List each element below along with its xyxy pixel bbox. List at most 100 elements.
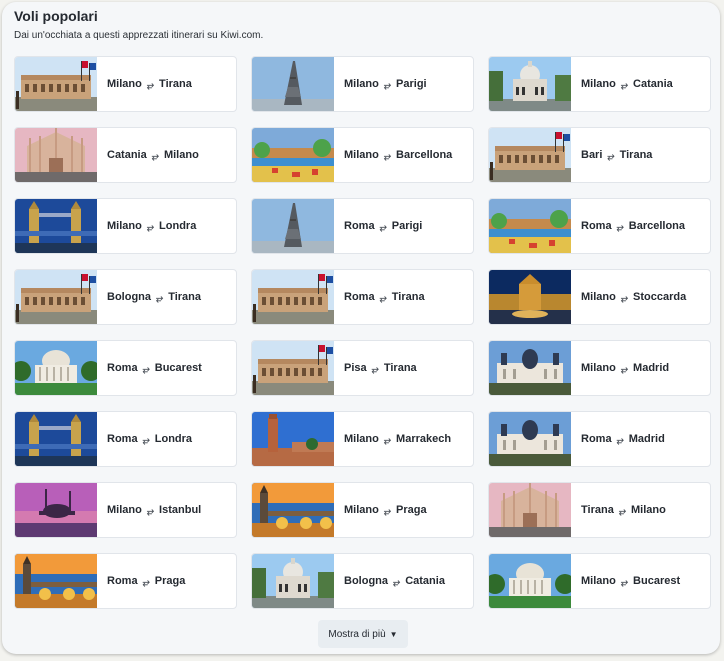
route-label: Milano ⥂ Marrakech <box>344 433 451 445</box>
route-label: Roma ⥂ Parigi <box>344 220 422 232</box>
route-origin: Pisa <box>344 362 367 374</box>
route-card[interactable]: Roma ⥂ Praga <box>14 553 237 609</box>
route-image <box>489 128 571 182</box>
route-card[interactable]: Roma ⥂ Londra <box>14 411 237 467</box>
round-trip-arrows-icon: ⥂ <box>142 434 150 445</box>
route-origin: Milano <box>581 575 616 587</box>
route-image <box>252 554 334 608</box>
route-destination: Tirana <box>383 362 417 374</box>
route-origin: Milano <box>581 362 616 374</box>
route-origin: Milano <box>344 78 379 90</box>
route-image <box>15 57 97 111</box>
route-image <box>15 341 97 395</box>
route-label: Milano ⥂ Barcellona <box>344 149 452 161</box>
route-image <box>489 554 571 608</box>
route-card[interactable]: Roma ⥂ Madrid <box>488 411 711 467</box>
round-trip-arrows-icon: ⥂ <box>146 505 155 516</box>
route-card[interactable]: Roma ⥂ Bucarest <box>14 340 237 396</box>
route-image <box>15 199 97 253</box>
route-image <box>252 199 334 253</box>
round-trip-arrows-icon: ⥂ <box>142 576 150 587</box>
route-origin: Milano <box>581 78 616 90</box>
route-label: Milano ⥂ Stoccarda <box>581 291 686 303</box>
route-destination: Madrid <box>628 433 665 445</box>
round-trip-arrows-icon: ⥂ <box>379 221 387 232</box>
round-trip-arrows-icon: ⥂ <box>156 292 164 303</box>
route-origin: Roma <box>107 362 138 374</box>
route-image <box>15 270 97 324</box>
round-trip-arrows-icon: ⥂ <box>607 150 615 161</box>
route-destination: Parigi <box>391 220 423 232</box>
round-trip-arrows-icon: ⥂ <box>383 150 392 161</box>
route-destination: Tirana <box>391 291 425 303</box>
route-label: Milano ⥂ Bucarest <box>581 575 680 587</box>
route-card[interactable]: Bologna ⥂ Tirana <box>14 269 237 325</box>
route-destination: Londra <box>154 433 193 445</box>
route-label: Roma ⥂ Bucarest <box>107 362 202 374</box>
route-origin: Roma <box>107 575 138 587</box>
route-card[interactable]: Milano ⥂ Londra <box>14 198 237 254</box>
route-label: Roma ⥂ Praga <box>107 575 185 587</box>
route-image <box>15 554 97 608</box>
show-more-label: Mostra di più <box>328 628 386 640</box>
route-card[interactable]: Milano ⥂ Catania <box>488 56 711 112</box>
route-label: Roma ⥂ Barcellona <box>581 220 685 232</box>
route-destination: Parigi <box>396 78 427 90</box>
route-destination: Barcellona <box>396 149 453 161</box>
route-origin: Roma <box>581 433 612 445</box>
route-card[interactable]: Catania ⥂ Milano <box>14 127 237 183</box>
route-image <box>489 412 571 466</box>
route-card[interactable]: Milano ⥂ Tirana <box>14 56 237 112</box>
route-destination: Marrakech <box>396 433 452 445</box>
route-image <box>15 128 97 182</box>
route-card[interactable]: Roma ⥂ Barcellona <box>488 198 711 254</box>
route-card[interactable]: Milano ⥂ Istanbul <box>14 482 237 538</box>
route-image <box>252 128 334 182</box>
show-more-button[interactable]: Mostra di più ▼ <box>318 620 408 648</box>
route-label: Bologna ⥂ Catania <box>344 575 445 587</box>
round-trip-arrows-icon: ⥂ <box>383 505 392 516</box>
route-image <box>15 483 97 537</box>
round-trip-arrows-icon: ⥂ <box>151 150 159 161</box>
route-card[interactable]: Milano ⥂ Barcellona <box>251 127 474 183</box>
route-destination: Catania <box>633 78 673 90</box>
route-label: Tirana ⥂ Milano <box>581 504 666 516</box>
route-label: Milano ⥂ Praga <box>344 504 427 516</box>
route-card[interactable]: Roma ⥂ Tirana <box>251 269 474 325</box>
route-card[interactable]: Bologna ⥂ Catania <box>251 553 474 609</box>
route-image <box>489 341 571 395</box>
route-card[interactable]: Milano ⥂ Stoccarda <box>488 269 711 325</box>
round-trip-arrows-icon: ⥂ <box>146 221 155 232</box>
route-card[interactable]: Roma ⥂ Parigi <box>251 198 474 254</box>
route-origin: Milano <box>107 78 142 90</box>
route-image <box>252 412 334 466</box>
route-label: Milano ⥂ Istanbul <box>107 504 201 516</box>
chevron-down-icon: ▼ <box>389 629 398 639</box>
route-destination: Praga <box>154 575 186 587</box>
round-trip-arrows-icon: ⥂ <box>371 363 379 374</box>
route-origin: Roma <box>107 433 138 445</box>
route-card[interactable]: Milano ⥂ Parigi <box>251 56 474 112</box>
route-label: Roma ⥂ Tirana <box>344 291 425 303</box>
route-card[interactable]: Milano ⥂ Bucarest <box>488 553 711 609</box>
round-trip-arrows-icon: ⥂ <box>616 221 624 232</box>
route-destination: Barcellona <box>628 220 686 232</box>
round-trip-arrows-icon: ⥂ <box>616 434 624 445</box>
route-card[interactable]: Bari ⥂ Tirana <box>488 127 711 183</box>
route-label: Bari ⥂ Tirana <box>581 149 652 161</box>
round-trip-arrows-icon: ⥂ <box>620 292 629 303</box>
route-card[interactable]: Milano ⥂ Madrid <box>488 340 711 396</box>
round-trip-arrows-icon: ⥂ <box>620 79 629 90</box>
route-card[interactable]: Tirana ⥂ Milano <box>488 482 711 538</box>
round-trip-arrows-icon: ⥂ <box>142 363 150 374</box>
route-card[interactable]: Milano ⥂ Praga <box>251 482 474 538</box>
round-trip-arrows-icon: ⥂ <box>620 363 629 374</box>
route-destination: Stoccarda <box>633 291 687 303</box>
route-destination: Praga <box>396 504 427 516</box>
route-origin: Milano <box>107 504 142 516</box>
route-card[interactable]: Pisa ⥂ Tirana <box>251 340 474 396</box>
route-destination: Milano <box>631 504 666 516</box>
route-destination: Catania <box>405 575 445 587</box>
route-destination: Milano <box>163 149 199 161</box>
route-card[interactable]: Milano ⥂ Marrakech <box>251 411 474 467</box>
